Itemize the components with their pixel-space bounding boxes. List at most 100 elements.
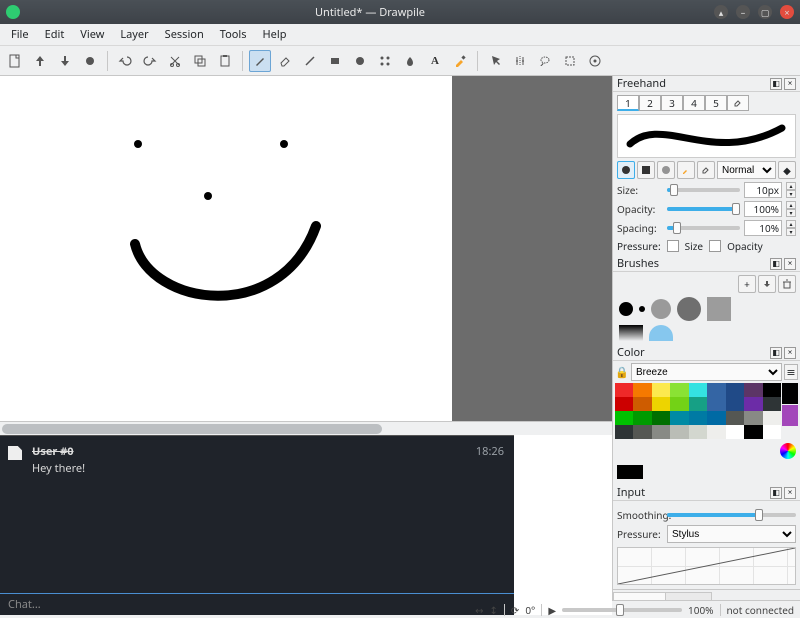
shape-round-hard[interactable]	[617, 161, 635, 179]
smoothing-slider[interactable]	[667, 513, 796, 517]
brushes-float[interactable]: ◧	[770, 258, 782, 270]
line-tool[interactable]	[299, 50, 321, 72]
tab-layers[interactable]: Layers	[613, 592, 666, 600]
redo-button[interactable]	[139, 50, 161, 72]
color-swatch[interactable]	[707, 425, 725, 439]
foreground-swatch[interactable]	[782, 383, 798, 404]
color-swatch[interactable]	[615, 397, 633, 411]
color-swatch[interactable]	[633, 397, 651, 411]
color-swatch[interactable]	[707, 383, 725, 397]
save-button[interactable]	[54, 50, 76, 72]
dock-float-button[interactable]: ◧	[770, 78, 782, 90]
color-swatch[interactable]	[744, 425, 762, 439]
color-swatch[interactable]	[689, 397, 707, 411]
spacing-up[interactable]: ▴	[786, 220, 796, 228]
brush-preset[interactable]	[619, 325, 643, 341]
freehand-tool[interactable]	[249, 50, 271, 72]
brush-save[interactable]	[758, 275, 776, 293]
color-swatch[interactable]	[726, 411, 744, 425]
cut-button[interactable]	[164, 50, 186, 72]
color-float[interactable]: ◧	[770, 347, 782, 359]
color-swatch[interactable]	[670, 397, 688, 411]
color-swatch[interactable]	[689, 383, 707, 397]
palette-select[interactable]: Breeze	[631, 363, 782, 381]
new-doc-button[interactable]	[4, 50, 26, 72]
color-swatch[interactable]	[615, 383, 633, 397]
color-swatch[interactable]	[707, 411, 725, 425]
close-button[interactable]: ×	[780, 5, 794, 19]
color-swatch[interactable]	[652, 411, 670, 425]
menu-layer[interactable]: Layer	[113, 25, 155, 44]
eraser-tool[interactable]	[274, 50, 296, 72]
menu-edit[interactable]: Edit	[38, 25, 72, 44]
size-up[interactable]: ▴	[786, 182, 796, 190]
shape-square[interactable]	[637, 161, 655, 179]
color-swatch[interactable]	[744, 411, 762, 425]
input-close[interactable]: ×	[784, 487, 796, 499]
brush-preset[interactable]	[639, 306, 645, 312]
brush-slot-1[interactable]: 1	[617, 95, 639, 111]
bezier-tool[interactable]	[374, 50, 396, 72]
color-swatch[interactable]	[633, 411, 651, 425]
color-swatch[interactable]	[670, 383, 688, 397]
lasso-tool[interactable]	[534, 50, 556, 72]
dock-close-button[interactable]: ×	[784, 78, 796, 90]
minimize-button[interactable]: –	[736, 5, 750, 19]
tab-input[interactable]: Input	[665, 592, 713, 600]
menu-tools[interactable]: Tools	[213, 25, 254, 44]
brush-slot-4[interactable]: 4	[683, 95, 705, 111]
text-tool[interactable]: A	[424, 50, 446, 72]
floodfill-tool[interactable]	[399, 50, 421, 72]
recent-swatch[interactable]	[782, 405, 798, 426]
pressure-mode-select[interactable]: Stylus	[667, 525, 796, 543]
palette-lock-icon[interactable]: 🔒	[615, 365, 629, 379]
opacity-value[interactable]: 100%	[744, 201, 782, 217]
spacing-down[interactable]: ▾	[786, 228, 796, 236]
color-swatch[interactable]	[726, 397, 744, 411]
color-swatch[interactable]	[652, 397, 670, 411]
brush-slot-2[interactable]: 2	[639, 95, 661, 111]
color-swatch[interactable]	[652, 383, 670, 397]
rect-tool[interactable]	[324, 50, 346, 72]
color-swatch[interactable]	[744, 383, 762, 397]
blend-mode-select[interactable]: Normal	[717, 161, 776, 179]
pressure-opacity-check[interactable]	[709, 240, 721, 252]
marker-tool[interactable]	[584, 50, 606, 72]
spacing-slider[interactable]	[667, 226, 740, 230]
color-swatch[interactable]	[744, 397, 762, 411]
undo-button[interactable]	[114, 50, 136, 72]
rotate-icon[interactable]: ⟳	[511, 603, 519, 617]
pressure-size-check[interactable]	[667, 240, 679, 252]
brush-eyedropper[interactable]	[677, 161, 695, 179]
color-swatch[interactable]	[615, 411, 633, 425]
opacity-slider[interactable]	[667, 207, 740, 211]
brush-slot-5[interactable]: 5	[705, 95, 727, 111]
size-value[interactable]: 10px	[744, 182, 782, 198]
color-swatch[interactable]	[670, 425, 688, 439]
menu-file[interactable]: File	[4, 25, 36, 44]
color-swatch[interactable]	[707, 397, 725, 411]
canvas-viewport[interactable]	[0, 76, 612, 421]
color-swatch[interactable]	[633, 425, 651, 439]
ellipse-tool[interactable]	[349, 50, 371, 72]
color-swatch[interactable]	[633, 383, 651, 397]
menu-session[interactable]: Session	[158, 25, 211, 44]
chat-input[interactable]: Chat...	[0, 593, 514, 615]
brush-slot-eraser[interactable]	[727, 95, 749, 111]
flip-h-icon[interactable]: ↔	[475, 603, 483, 617]
palette-menu[interactable]: ≡	[784, 364, 798, 380]
brush-preset[interactable]	[649, 325, 673, 341]
pointer-tool[interactable]	[484, 50, 506, 72]
select-tool[interactable]	[559, 50, 581, 72]
brush-eraser-mode[interactable]	[697, 161, 715, 179]
opacity-up[interactable]: ▴	[786, 201, 796, 209]
keep-above-button[interactable]: ▴	[714, 5, 728, 19]
color-swatch[interactable]	[689, 411, 707, 425]
opacity-down[interactable]: ▾	[786, 209, 796, 217]
blend-lock[interactable]: ◆	[778, 161, 796, 179]
color-swatch[interactable]	[689, 425, 707, 439]
canvas[interactable]	[0, 76, 452, 421]
size-down[interactable]: ▾	[786, 190, 796, 198]
color-wheel-button[interactable]	[780, 443, 796, 459]
brush-preset[interactable]	[707, 297, 731, 321]
